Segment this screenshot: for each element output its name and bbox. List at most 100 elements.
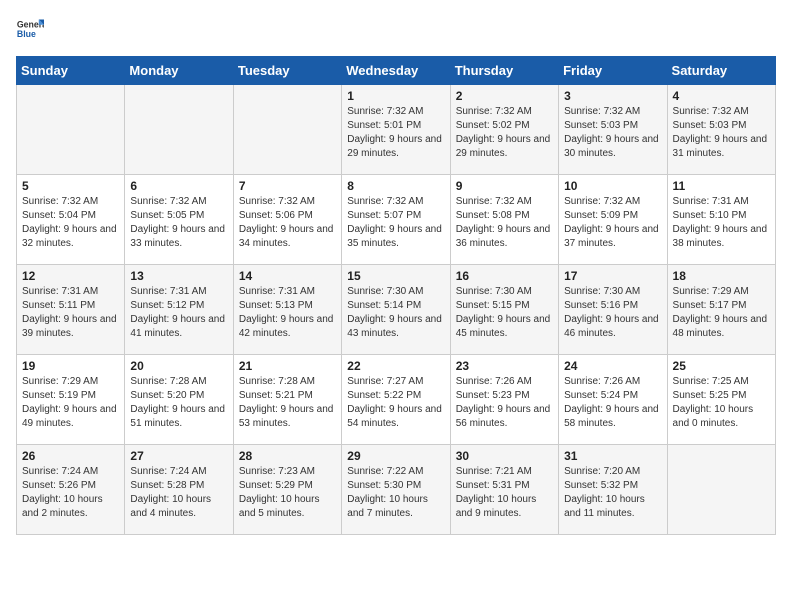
calendar-day-cell: 25 Sunrise: 7:25 AM Sunset: 5:25 PM Dayli… [667, 355, 775, 445]
day-number: 3 [564, 89, 661, 103]
weekday-header-wednesday: Wednesday [342, 57, 450, 85]
day-number: 24 [564, 359, 661, 373]
calendar-day-cell: 30Sunrise: 7:21 AM Sunset: 5:31 PM Dayli… [450, 445, 558, 535]
day-info: Sunrise: 7:32 AM Sunset: 5:05 PM Dayligh… [130, 195, 227, 251]
day-number: 18 [673, 269, 770, 283]
calendar-day-cell: 17 Sunrise: 7:30 AM Sunset: 5:16 PM Dayli… [559, 265, 667, 355]
day-number: 7 [239, 179, 336, 193]
day-info: Sunrise: 7:32 AM Sunset: 5:04 PM Dayligh… [22, 195, 119, 251]
day-number: 1 [347, 89, 444, 103]
day-info: Sunrise: 7:30 AM Sunset: 5:15 PM Dayligh… [456, 285, 553, 341]
day-number: 8 [347, 179, 444, 193]
day-number: 29 [347, 449, 444, 463]
calendar-day-cell: 16 Sunrise: 7:30 AM Sunset: 5:15 PM Dayli… [450, 265, 558, 355]
calendar-day-cell: 31Sunrise: 7:20 AM Sunset: 5:32 PM Dayli… [559, 445, 667, 535]
day-number: 11 [673, 179, 770, 193]
day-number: 19 [22, 359, 119, 373]
day-number: 15 [347, 269, 444, 283]
calendar-day-cell: 26Sunrise: 7:24 AM Sunset: 5:26 PM Dayli… [17, 445, 125, 535]
calendar-day-cell: 10 Sunrise: 7:32 AM Sunset: 5:09 PM Dayli… [559, 175, 667, 265]
calendar-day-cell: 7 Sunrise: 7:32 AM Sunset: 5:06 PM Daylig… [233, 175, 341, 265]
day-number: 20 [130, 359, 227, 373]
day-info: Sunrise: 7:32 AM Sunset: 5:08 PM Dayligh… [456, 195, 553, 251]
day-info: Sunrise: 7:32 AM Sunset: 5:09 PM Dayligh… [564, 195, 661, 251]
calendar-day-cell [125, 85, 233, 175]
day-number: 4 [673, 89, 770, 103]
day-info: Sunrise: 7:31 AM Sunset: 5:12 PM Dayligh… [130, 285, 227, 341]
calendar-day-cell: 22 Sunrise: 7:27 AM Sunset: 5:22 PM Dayli… [342, 355, 450, 445]
page-header: General Blue [16, 16, 776, 44]
day-info: Sunrise: 7:30 AM Sunset: 5:14 PM Dayligh… [347, 285, 444, 341]
day-info: Sunrise: 7:32 AM Sunset: 5:03 PM Dayligh… [564, 105, 661, 161]
calendar-day-cell: 21 Sunrise: 7:28 AM Sunset: 5:21 PM Dayli… [233, 355, 341, 445]
day-info: Sunrise: 7:29 AM Sunset: 5:19 PM Dayligh… [22, 375, 119, 431]
day-info: Sunrise: 7:32 AM Sunset: 5:07 PM Dayligh… [347, 195, 444, 251]
day-info: Sunrise: 7:31 AM Sunset: 5:11 PM Dayligh… [22, 285, 119, 341]
calendar-day-cell: 28Sunrise: 7:23 AM Sunset: 5:29 PM Dayli… [233, 445, 341, 535]
day-info: Sunrise: 7:29 AM Sunset: 5:17 PM Dayligh… [673, 285, 770, 341]
day-number: 2 [456, 89, 553, 103]
day-number: 16 [456, 269, 553, 283]
day-info: Sunrise: 7:22 AM Sunset: 5:30 PM Dayligh… [347, 465, 444, 521]
day-info: Sunrise: 7:30 AM Sunset: 5:16 PM Dayligh… [564, 285, 661, 341]
day-number: 25 [673, 359, 770, 373]
day-info: Sunrise: 7:24 AM Sunset: 5:28 PM Dayligh… [130, 465, 227, 521]
logo-icon: General Blue [16, 16, 44, 44]
day-info: Sunrise: 7:32 AM Sunset: 5:06 PM Dayligh… [239, 195, 336, 251]
day-info: Sunrise: 7:28 AM Sunset: 5:21 PM Dayligh… [239, 375, 336, 431]
day-number: 22 [347, 359, 444, 373]
day-info: Sunrise: 7:31 AM Sunset: 5:10 PM Dayligh… [673, 195, 770, 251]
day-number: 13 [130, 269, 227, 283]
weekday-header-row: SundayMondayTuesdayWednesdayThursdayFrid… [17, 57, 776, 85]
calendar-day-cell: 13 Sunrise: 7:31 AM Sunset: 5:12 PM Dayli… [125, 265, 233, 355]
day-info: Sunrise: 7:25 AM Sunset: 5:25 PM Dayligh… [673, 375, 770, 431]
calendar-day-cell: 11 Sunrise: 7:31 AM Sunset: 5:10 PM Dayli… [667, 175, 775, 265]
weekday-header-thursday: Thursday [450, 57, 558, 85]
weekday-header-tuesday: Tuesday [233, 57, 341, 85]
day-info: Sunrise: 7:26 AM Sunset: 5:23 PM Dayligh… [456, 375, 553, 431]
calendar-day-cell: 27 Sunrise: 7:24 AM Sunset: 5:28 PM Dayli… [125, 445, 233, 535]
day-info: Sunrise: 7:26 AM Sunset: 5:24 PM Dayligh… [564, 375, 661, 431]
calendar-day-cell: 9 Sunrise: 7:32 AM Sunset: 5:08 PM Daylig… [450, 175, 558, 265]
day-number: 12 [22, 269, 119, 283]
calendar-week-row: 5 Sunrise: 7:32 AM Sunset: 5:04 PM Daylig… [17, 175, 776, 265]
calendar-day-cell: 20Sunrise: 7:28 AM Sunset: 5:20 PM Dayli… [125, 355, 233, 445]
calendar-day-cell: 18 Sunrise: 7:29 AM Sunset: 5:17 PM Dayli… [667, 265, 775, 355]
calendar-day-cell: 6 Sunrise: 7:32 AM Sunset: 5:05 PM Daylig… [125, 175, 233, 265]
day-number: 27 [130, 449, 227, 463]
calendar-day-cell [667, 445, 775, 535]
weekday-header-monday: Monday [125, 57, 233, 85]
day-number: 14 [239, 269, 336, 283]
day-number: 10 [564, 179, 661, 193]
day-number: 30 [456, 449, 553, 463]
day-info: Sunrise: 7:32 AM Sunset: 5:01 PM Dayligh… [347, 105, 444, 161]
day-info: Sunrise: 7:27 AM Sunset: 5:22 PM Dayligh… [347, 375, 444, 431]
day-info: Sunrise: 7:32 AM Sunset: 5:02 PM Dayligh… [456, 105, 553, 161]
calendar-week-row: 1 Sunrise: 7:32 AM Sunset: 5:01 PM Daylig… [17, 85, 776, 175]
calendar-day-cell: 8 Sunrise: 7:32 AM Sunset: 5:07 PM Daylig… [342, 175, 450, 265]
day-number: 9 [456, 179, 553, 193]
calendar-day-cell: 3 Sunrise: 7:32 AM Sunset: 5:03 PM Daylig… [559, 85, 667, 175]
calendar-day-cell: 29 Sunrise: 7:22 AM Sunset: 5:30 PM Dayli… [342, 445, 450, 535]
weekday-header-saturday: Saturday [667, 57, 775, 85]
day-number: 23 [456, 359, 553, 373]
calendar-day-cell: 4Sunrise: 7:32 AM Sunset: 5:03 PM Daylig… [667, 85, 775, 175]
calendar-day-cell: 5 Sunrise: 7:32 AM Sunset: 5:04 PM Daylig… [17, 175, 125, 265]
day-number: 5 [22, 179, 119, 193]
svg-text:Blue: Blue [17, 29, 36, 39]
calendar-day-cell: 1 Sunrise: 7:32 AM Sunset: 5:01 PM Daylig… [342, 85, 450, 175]
day-info: Sunrise: 7:31 AM Sunset: 5:13 PM Dayligh… [239, 285, 336, 341]
calendar-week-row: 19 Sunrise: 7:29 AM Sunset: 5:19 PM Dayli… [17, 355, 776, 445]
day-number: 21 [239, 359, 336, 373]
weekday-header-sunday: Sunday [17, 57, 125, 85]
logo: General Blue [16, 16, 44, 44]
day-info: Sunrise: 7:24 AM Sunset: 5:26 PM Dayligh… [22, 465, 119, 521]
day-number: 6 [130, 179, 227, 193]
calendar-day-cell: 15 Sunrise: 7:30 AM Sunset: 5:14 PM Dayli… [342, 265, 450, 355]
day-number: 31 [564, 449, 661, 463]
calendar-table: SundayMondayTuesdayWednesdayThursdayFrid… [16, 56, 776, 535]
calendar-week-row: 26Sunrise: 7:24 AM Sunset: 5:26 PM Dayli… [17, 445, 776, 535]
calendar-day-cell: 19 Sunrise: 7:29 AM Sunset: 5:19 PM Dayli… [17, 355, 125, 445]
day-number: 17 [564, 269, 661, 283]
calendar-day-cell: 12 Sunrise: 7:31 AM Sunset: 5:11 PM Dayli… [17, 265, 125, 355]
